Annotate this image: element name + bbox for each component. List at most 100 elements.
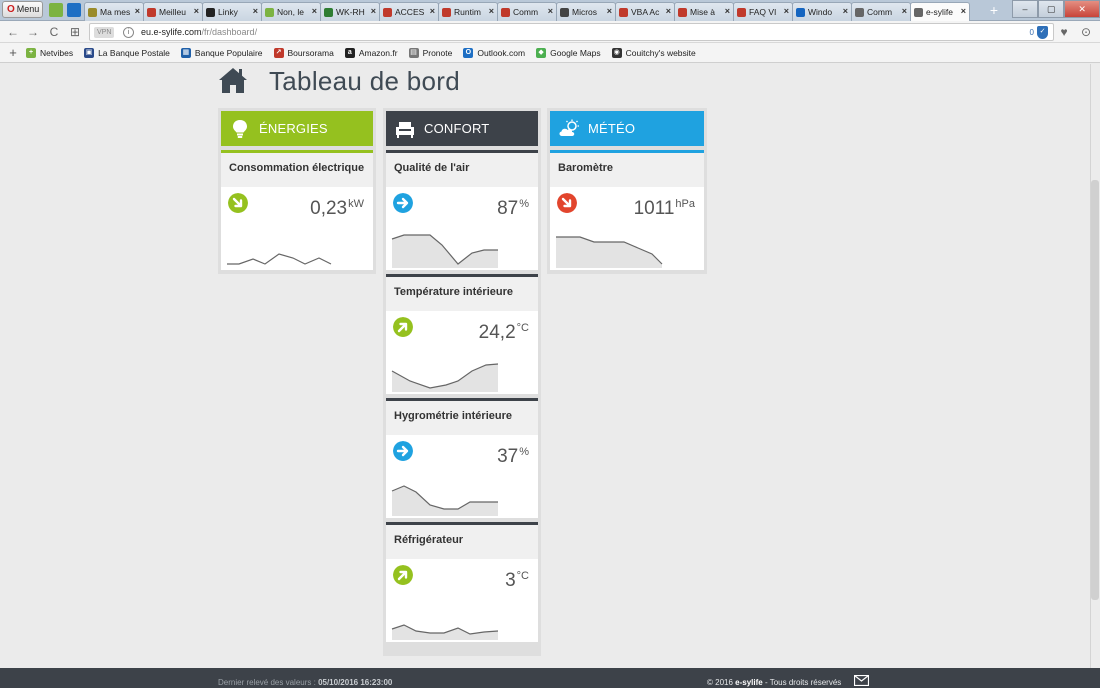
bookmark-item[interactable]: a Amazon.fr — [344, 47, 398, 58]
card-hygrometrie-interieure[interactable]: Hygrométrie intérieure 37% — [386, 398, 538, 518]
browser-tab[interactable]: VBA Ac × — [615, 2, 675, 21]
value-number: 1011 — [633, 198, 675, 219]
browser-tab[interactable]: FAQ VI × — [733, 2, 793, 21]
column-confort: CONFORT Qualité de l'air 87% Température… — [383, 108, 541, 656]
bookmark-item[interactable]: O Outlook.com — [463, 47, 525, 58]
page-footer: Dernier relevé des valeurs : 05/10/2016 … — [0, 668, 1100, 688]
tab-label: Linky — [218, 6, 238, 17]
url-path: /fr/dashboard/ — [201, 27, 258, 37]
browser-tab[interactable]: Comm × — [497, 2, 557, 21]
grid-icon[interactable]: ⊞ — [66, 23, 84, 41]
bookmark-item[interactable]: ▣ La Banque Postale — [84, 47, 170, 58]
tab-close-icon[interactable]: × — [666, 3, 671, 20]
bookmark-favicon-icon: + — [26, 47, 36, 58]
maximize-button[interactable]: ▢ — [1038, 0, 1065, 18]
speed-dial-icon[interactable] — [49, 3, 63, 17]
bookmark-item[interactable]: ▤ Pronote — [408, 47, 452, 58]
new-tab-button[interactable]: + — [985, 3, 1003, 18]
card-consommation-electrique[interactable]: Consommation électrique 0,23kW — [221, 150, 373, 270]
browser-tab[interactable]: Comm × — [851, 2, 911, 21]
browser-tab[interactable]: Mise à × — [674, 2, 734, 21]
card-barometre[interactable]: Baromètre 1011hPa — [550, 150, 704, 270]
browser-tab[interactable]: WK-RH × — [320, 2, 380, 21]
tab-close-icon[interactable]: × — [725, 3, 730, 20]
card-temperature-interieure[interactable]: Température intérieure 24,2°C — [386, 274, 538, 394]
vpn-badge[interactable]: VPN — [94, 27, 115, 38]
close-window-button[interactable]: ✕ — [1064, 0, 1100, 18]
site-info-icon[interactable]: i — [123, 27, 134, 38]
bookmark-label: Banque Populaire — [194, 47, 263, 58]
tab-favicon-icon — [147, 7, 156, 17]
card-refrigerateur[interactable]: Réfrigérateur 3°C — [386, 522, 538, 642]
tab-label: Runtim — [454, 6, 481, 17]
home-icon[interactable] — [218, 66, 248, 94]
copyright-text: - Tous droits réservés — [764, 678, 842, 687]
browser-tab[interactable]: ACCES × — [379, 2, 439, 21]
tab-close-icon[interactable]: × — [312, 3, 317, 20]
tab-close-icon[interactable]: × — [548, 3, 553, 20]
tab-favicon-icon — [619, 7, 628, 17]
value-unit: °C — [516, 570, 529, 582]
url-text[interactable]: eu.e-sylife.com/fr/dashboard/ — [141, 26, 257, 39]
bookmark-list: + Netvibes ▣ La Banque Postale ▦ Banque Popul… — [26, 47, 707, 58]
browser-tab[interactable]: Meilleu × — [143, 2, 203, 21]
tab-favicon-icon — [796, 7, 805, 17]
bookmark-item[interactable]: ◉ Couitchy's website — [611, 47, 696, 58]
arrow-down-right-icon — [228, 193, 248, 213]
column-title: MÉTÉO — [588, 121, 636, 136]
column-title: ÉNERGIES — [259, 121, 328, 136]
mail-icon[interactable] — [854, 675, 869, 686]
browser-tab[interactable]: Micros × — [556, 2, 616, 21]
card-qualite-air[interactable]: Qualité de l'air 87% — [386, 150, 538, 270]
browser-tab[interactable]: e-sylife × — [910, 2, 970, 21]
tab-close-icon[interactable]: × — [843, 3, 848, 20]
tab-favicon-icon — [737, 7, 746, 17]
card-title: Baromètre — [550, 153, 704, 187]
browser-menu-button[interactable]: O Menu — [2, 1, 43, 18]
bookmark-heart-icon[interactable]: ♥ — [1056, 23, 1072, 41]
tab-favicon-icon — [442, 7, 451, 17]
value-unit: kW — [348, 198, 364, 210]
address-bar[interactable]: VPN i eu.e-sylife.com/fr/dashboard/ 0 ✓ — [89, 23, 1054, 41]
copyright-year: © 2016 — [707, 678, 733, 687]
forward-icon[interactable]: → — [24, 23, 42, 41]
browser-tab[interactable]: Non, le × — [261, 2, 321, 21]
download-icon[interactable]: ⊙ — [1078, 23, 1094, 41]
back-icon[interactable]: ← — [4, 23, 22, 41]
outlook-quick-icon[interactable] — [67, 3, 81, 17]
tab-close-icon[interactable]: × — [253, 3, 258, 20]
minimize-button[interactable]: – — [1012, 0, 1039, 18]
tab-close-icon[interactable]: × — [371, 3, 376, 20]
bookmark-item[interactable]: + Netvibes — [26, 47, 73, 58]
card-title: Consommation électrique — [221, 153, 373, 187]
browser-tab[interactable]: Runtim × — [438, 2, 498, 21]
tab-close-icon[interactable]: × — [961, 3, 966, 20]
browser-tab[interactable]: Ma mes × — [84, 2, 144, 21]
browser-tab[interactable]: Windo × — [792, 2, 852, 21]
bookmark-label: Google Maps — [550, 47, 601, 58]
card-title: Température intérieure — [386, 277, 538, 311]
tab-close-icon[interactable]: × — [194, 3, 199, 20]
metric-value: 87% — [497, 193, 529, 220]
scrollbar-thumb[interactable] — [1091, 180, 1099, 600]
tab-close-icon[interactable]: × — [135, 3, 140, 20]
bookmark-item[interactable]: ▦ Banque Populaire — [180, 47, 263, 58]
tab-close-icon[interactable]: × — [489, 3, 494, 20]
tab-label: Ma mes — [100, 6, 131, 17]
tab-close-icon[interactable]: × — [607, 3, 612, 20]
card-body: 3°C — [386, 559, 538, 642]
arrow-up-right-icon — [393, 317, 413, 337]
column-energies: ÉNERGIES Consommation électrique 0,23kW — [218, 108, 376, 274]
ad-blocker-shield-icon[interactable]: ✓ — [1037, 26, 1048, 39]
bookmark-item[interactable]: ↗ Boursorama — [273, 47, 334, 58]
tab-close-icon[interactable]: × — [430, 3, 435, 20]
sparkline-chart — [391, 485, 498, 516]
bookmark-favicon-icon: ◆ — [536, 47, 547, 58]
add-bookmark-button[interactable]: + — [0, 45, 26, 60]
tab-close-icon[interactable]: × — [784, 3, 789, 20]
bookmark-item[interactable]: ◆ Google Maps — [536, 47, 601, 58]
tab-close-icon[interactable]: × — [902, 3, 907, 20]
browser-tab[interactable]: Linky × — [202, 2, 262, 21]
reload-icon[interactable]: C — [45, 23, 63, 41]
card-body: 24,2°C — [386, 311, 538, 394]
